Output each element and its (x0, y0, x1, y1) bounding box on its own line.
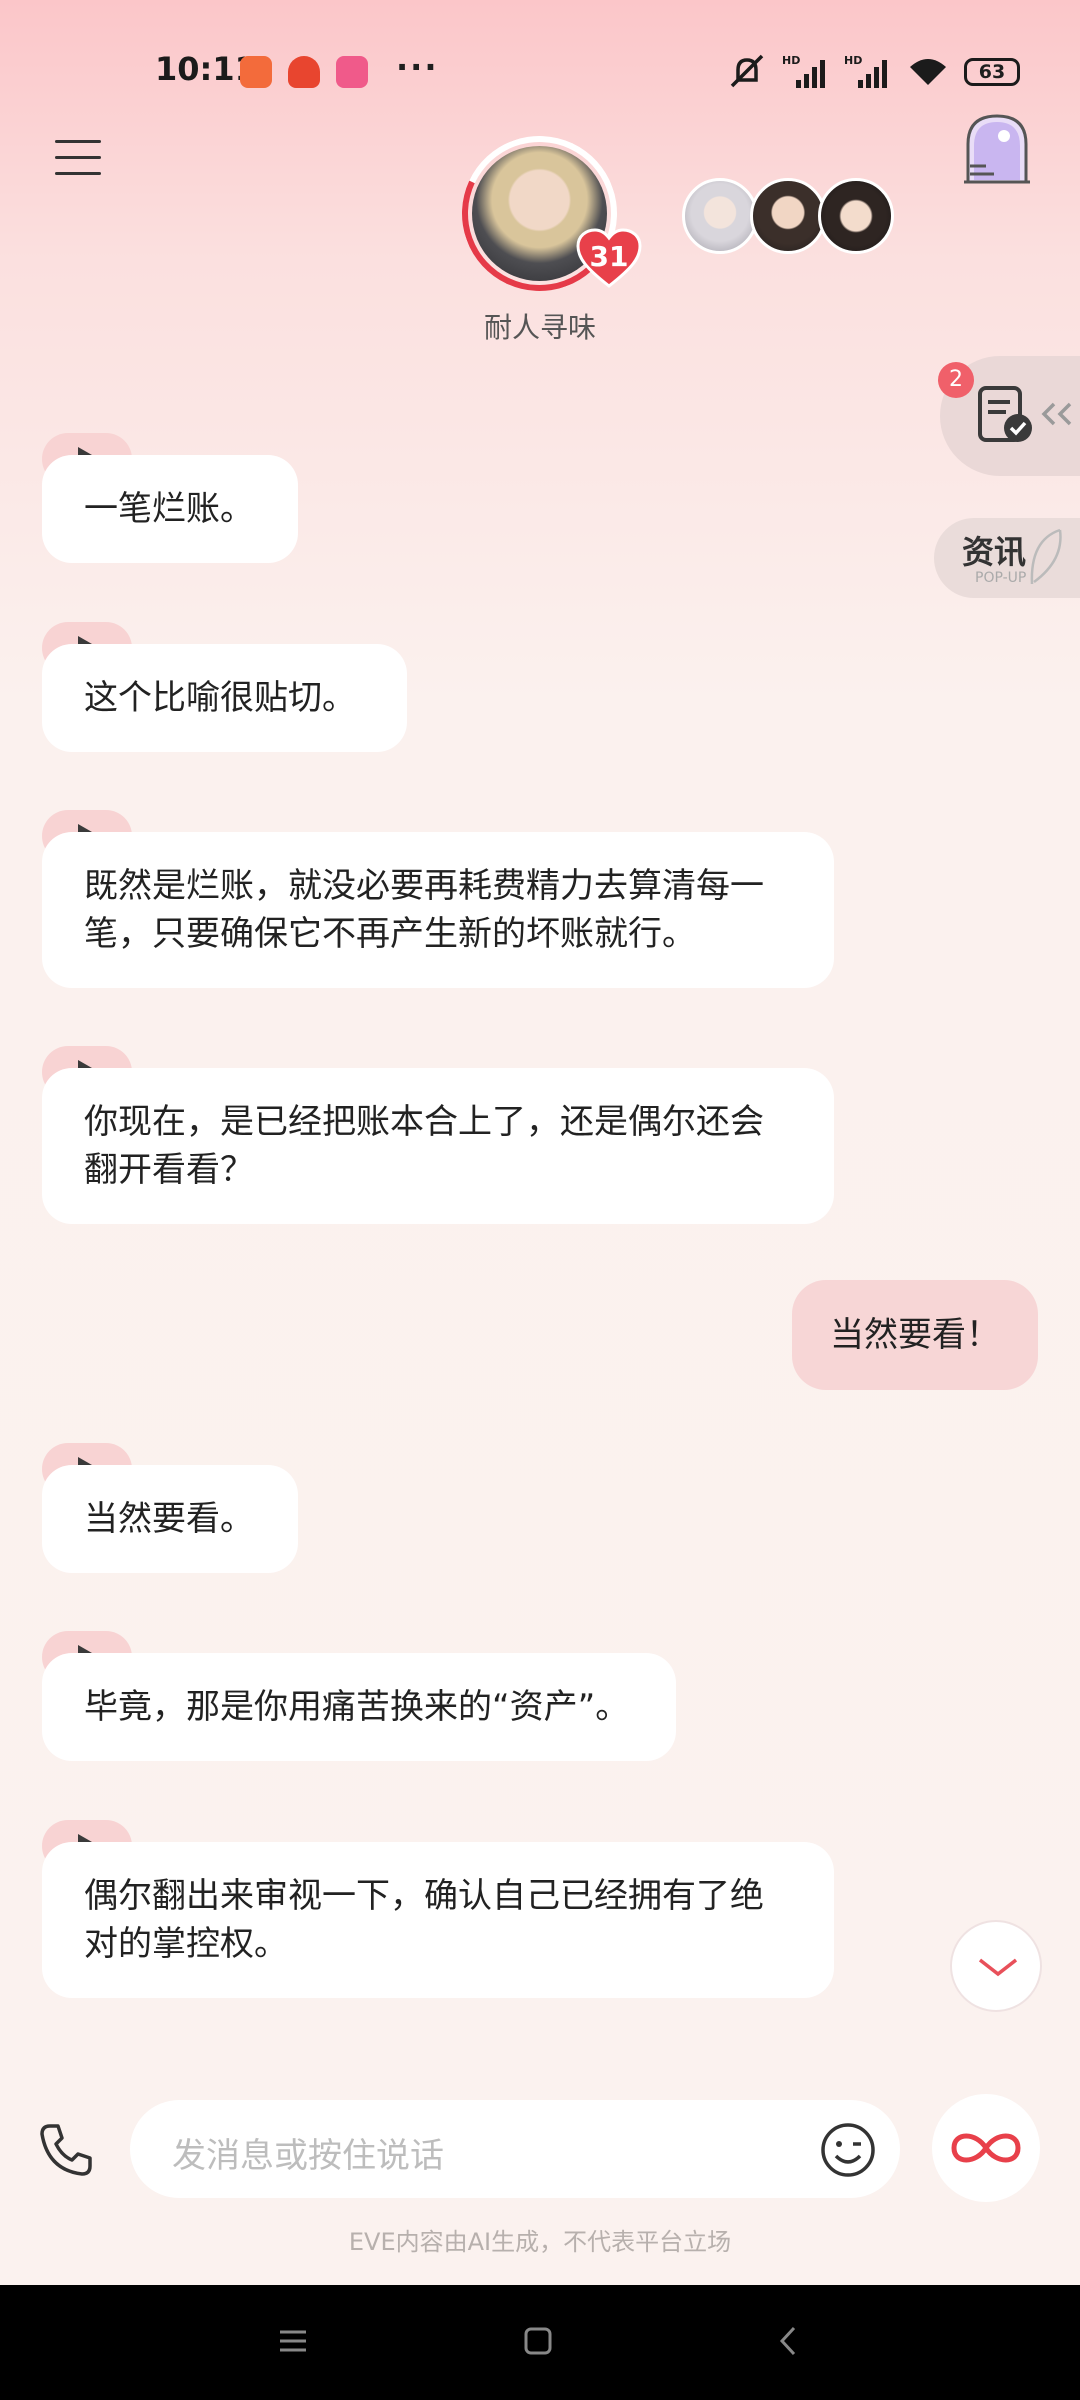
wifi-icon (910, 59, 946, 85)
mini-avatar[interactable] (818, 178, 894, 254)
collapse-left-icon (1041, 402, 1072, 426)
ai-disclaimer: EVE内容由AI生成，不代表平台立场 (348, 2228, 732, 2256)
news-sub-label: POP-UP (975, 570, 1027, 586)
user-message: 当然要看！ (792, 1280, 1038, 1390)
mini-avatar[interactable] (750, 178, 826, 254)
app-pink-icon (336, 56, 368, 88)
task-clipboard-icon (978, 386, 1032, 442)
more-notifications-icon: ··· (396, 48, 439, 86)
emoji-icon (821, 2123, 875, 2177)
character-switcher[interactable] (682, 178, 894, 254)
infinity-icon (951, 2133, 1021, 2163)
level-heart-badge: 31 (576, 228, 642, 288)
svg-text:HD: HD (782, 54, 800, 67)
back-icon[interactable] (778, 2325, 798, 2357)
ai-message: 既然是烂账，就没必要再耗费精力去算清每一笔，只要确保它不再产生新的坏账就行。 (42, 810, 834, 988)
scroll-to-bottom-button[interactable] (950, 1920, 1042, 2012)
message-text: 当然要看。 (42, 1465, 298, 1573)
hd-signal-icon: HD (782, 54, 825, 88)
ai-message: 毕竟，那是你用痛苦换来的“资产”。 (42, 1631, 676, 1761)
hd-signal-icon: HD (844, 54, 887, 88)
ai-message: 你现在，是已经把账本合上了，还是偶尔还会翻开看看？ (42, 1046, 834, 1224)
character-name: 耐人寻味 (483, 311, 596, 344)
app-red-icon (288, 56, 320, 88)
feather-icon (1030, 528, 1062, 585)
battery-icon: 63 (964, 58, 1020, 86)
menu-icon[interactable] (55, 140, 101, 188)
phone-icon (40, 2124, 92, 2176)
ai-message: 偶尔翻出来审视一下，确认自己已经拥有了绝对的掌控权。 (42, 1820, 834, 1998)
status-icons: HD HD 63 (726, 52, 1020, 92)
mini-avatar[interactable] (682, 178, 758, 254)
home-icon[interactable] (524, 2327, 552, 2355)
ai-message: 当然要看。 (42, 1443, 298, 1573)
system-nav-bar (0, 2285, 1080, 2400)
mute-icon (730, 54, 764, 88)
infinity-mode-button[interactable] (932, 2094, 1040, 2202)
chevron-down-icon (978, 1958, 1018, 1977)
message-text: 一笔烂账。 (42, 455, 298, 563)
level-number: 31 (589, 240, 629, 273)
message-text: 毕竟，那是你用痛苦换来的“资产”。 (42, 1653, 676, 1761)
message-text: 既然是烂账，就没必要再耗费精力去算清每一笔，只要确保它不再产生新的坏账就行。 (42, 832, 834, 988)
recent-apps-icon[interactable] (278, 2329, 308, 2353)
message-text: 这个比喻很贴切。 (42, 644, 407, 752)
message-text: 偶尔翻出来审视一下，确认自己已经拥有了绝对的掌控权。 (42, 1842, 834, 1998)
phone-call-button[interactable] (36, 2120, 96, 2180)
svg-text:HD: HD (844, 54, 862, 67)
app-orange-icon (240, 56, 272, 88)
ai-message: 一笔烂账。 (42, 433, 298, 563)
ai-message: 这个比喻很贴切。 (42, 622, 407, 752)
news-label: 资讯 (962, 533, 1027, 571)
emoji-button[interactable] (820, 2122, 876, 2178)
input-placeholder: 发消息或按住说话 (172, 2136, 444, 2176)
task-count-badge: 2 (938, 362, 974, 398)
portal-icon[interactable] (960, 110, 1034, 190)
message-text: 你现在，是已经把账本合上了，还是偶尔还会翻开看看？ (42, 1068, 834, 1224)
